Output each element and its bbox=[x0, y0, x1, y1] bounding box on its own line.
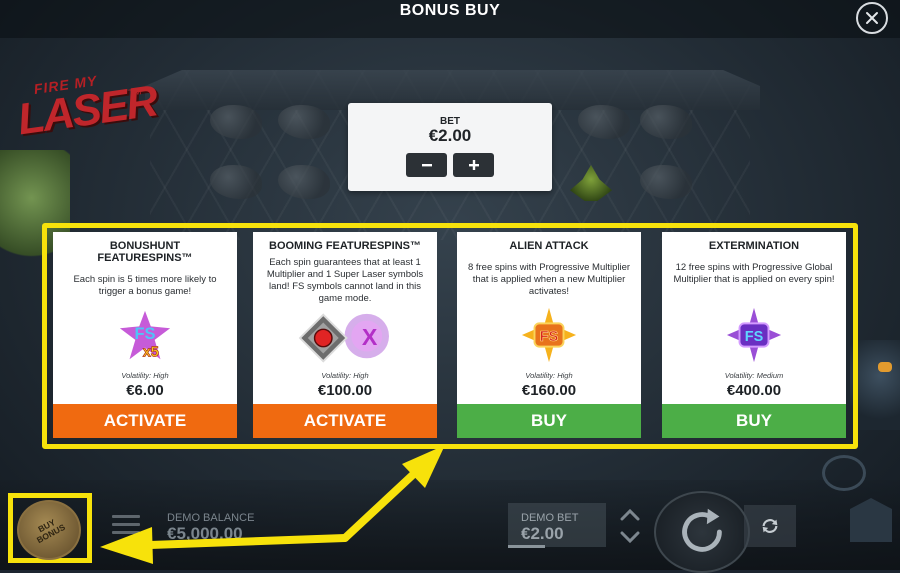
svg-text:FS: FS bbox=[540, 329, 559, 345]
card-description: Each spin guarantees that at least 1 Mul… bbox=[266, 257, 424, 304]
game-logo: FIRE MY LASER TM bbox=[5, 66, 160, 165]
close-icon bbox=[866, 12, 878, 24]
bonus-card-extermination: EXTERMINATION 12 free spins with Progres… bbox=[662, 232, 846, 438]
autoplay-button[interactable] bbox=[744, 505, 796, 547]
decrease-bet-button[interactable] bbox=[406, 153, 447, 177]
activate-button[interactable]: ACTIVATE bbox=[253, 404, 437, 438]
close-button[interactable] bbox=[856, 2, 888, 34]
buy-bonus-button[interactable]: BUY BONUS bbox=[17, 500, 81, 560]
fs-purple-icon: FS bbox=[662, 306, 846, 364]
svg-text:FS: FS bbox=[135, 325, 156, 343]
demo-bet-value: €2.00 bbox=[521, 524, 564, 543]
card-price: €6.00 bbox=[126, 382, 164, 399]
volatility-label: Volatility: High bbox=[121, 371, 169, 380]
autoplay-icon bbox=[762, 519, 778, 533]
card-title: BOOMING FEATURESPINS™ bbox=[269, 240, 421, 252]
buy-button[interactable]: BUY bbox=[662, 404, 846, 438]
card-price: €100.00 bbox=[317, 382, 373, 399]
buy-bonus-label: BUY BONUS bbox=[34, 516, 67, 546]
volatility-label: Volatility: Medium bbox=[724, 371, 784, 380]
svg-text:FS: FS bbox=[745, 329, 764, 345]
decorative-ring bbox=[822, 455, 866, 491]
card-price: €400.00 bbox=[726, 382, 782, 399]
card-price: €160.00 bbox=[521, 382, 577, 399]
card-title: ALIEN ATTACK bbox=[509, 240, 589, 252]
menu-icon bbox=[112, 515, 140, 518]
spin-button[interactable] bbox=[654, 491, 750, 573]
demo-balance-value: €5,000.00 bbox=[167, 524, 243, 543]
bonus-card-booming: BOOMING FEATURESPINS™ Each spin guarante… bbox=[253, 232, 437, 438]
plus-icon bbox=[468, 160, 479, 170]
activate-button[interactable]: ACTIVATE bbox=[53, 404, 237, 438]
demo-bet-label: DEMO BET bbox=[521, 512, 579, 524]
card-description: 8 free spins with Progressive Multiplier… bbox=[467, 262, 631, 297]
demo-bet-indicator bbox=[508, 545, 545, 548]
buy-button[interactable]: BUY bbox=[457, 404, 641, 438]
chevron-up-down-icon bbox=[620, 508, 640, 544]
bet-adjust-arrows[interactable] bbox=[613, 504, 647, 548]
robot-eye bbox=[878, 362, 892, 372]
menu-button[interactable] bbox=[112, 515, 140, 537]
bet-value: €2.00 bbox=[428, 126, 472, 145]
volatility-label: Volatility: High bbox=[321, 371, 369, 380]
svg-text:x5: x5 bbox=[143, 344, 159, 360]
bonus-card-bonushunt: BONUSHUNT FEATURESPINS™ Each spin is 5 t… bbox=[53, 232, 237, 438]
svg-text:X: X bbox=[361, 324, 377, 350]
page-title: BONUS BUY bbox=[399, 2, 501, 19]
fs-orange-icon: FS bbox=[457, 306, 641, 364]
minus-icon bbox=[421, 164, 432, 167]
card-title: BONUSHUNT FEATURESPINS™ bbox=[97, 240, 193, 264]
demo-balance-label: DEMO BALANCE bbox=[167, 512, 255, 524]
card-description: 12 free spins with Progressive Global Mu… bbox=[673, 262, 835, 285]
fs-x5-icon: FS x5 bbox=[53, 307, 237, 365]
super-laser-multiplier-icon: X bbox=[253, 309, 437, 367]
bet-panel: BET €2.00 bbox=[348, 103, 552, 191]
spin-icon bbox=[682, 508, 722, 552]
card-description: Each spin is 5 times more likely to trig… bbox=[73, 274, 217, 297]
increase-bet-button[interactable] bbox=[453, 153, 494, 177]
volatility-label: Volatility: High bbox=[525, 371, 573, 380]
logo-trademark: TM bbox=[127, 86, 142, 98]
bonus-card-alien-attack: ALIEN ATTACK 8 free spins with Progressi… bbox=[457, 232, 641, 438]
card-title: EXTERMINATION bbox=[708, 240, 800, 252]
